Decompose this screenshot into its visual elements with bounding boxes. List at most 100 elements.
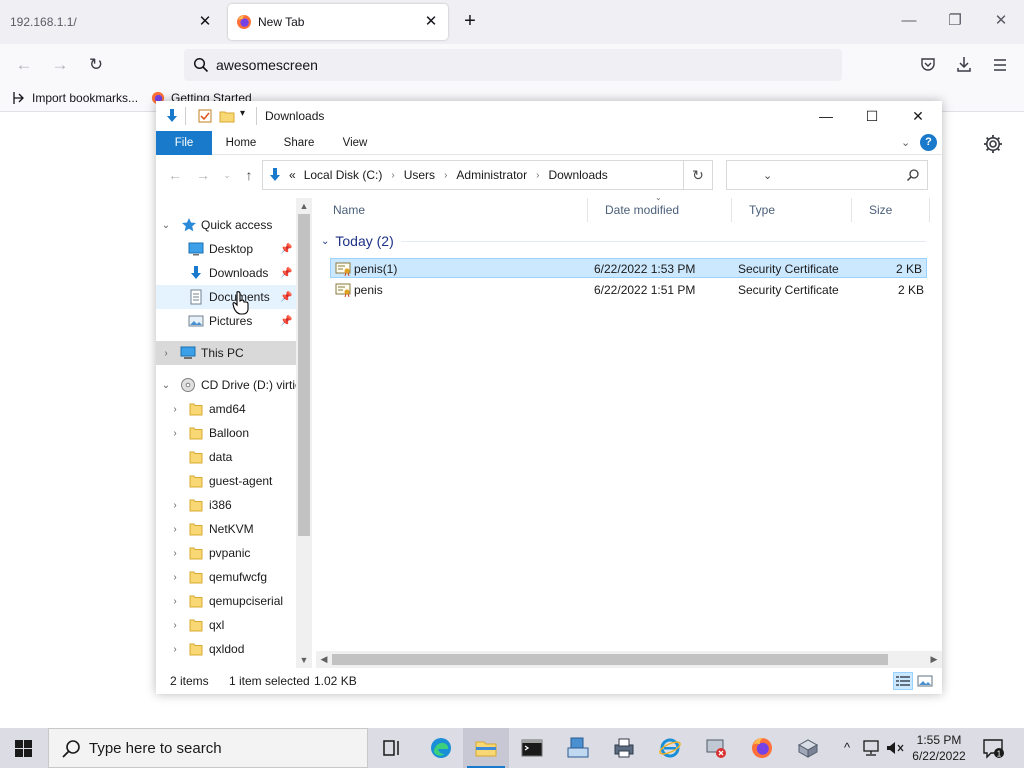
- tree-this-pc[interactable]: › This PC: [156, 341, 296, 365]
- expand-icon[interactable]: ›: [169, 644, 181, 655]
- close-tab-icon[interactable]: ✕: [196, 13, 214, 31]
- breadcrumb-local-disk[interactable]: Local Disk (C:): [304, 168, 383, 182]
- tree-desktop[interactable]: Desktop 📌: [156, 237, 296, 261]
- volume-muted-icon[interactable]: [885, 739, 905, 757]
- tree-documents[interactable]: Documents 📌: [156, 285, 296, 309]
- expand-icon[interactable]: ›: [160, 348, 172, 359]
- tab-file[interactable]: File: [156, 131, 212, 155]
- taskbar-server-manager[interactable]: [555, 728, 601, 768]
- forward-icon[interactable]: →: [47, 52, 73, 78]
- taskbar-file-explorer[interactable]: [463, 728, 509, 768]
- network-icon[interactable]: [861, 739, 881, 757]
- taskbar-command-prompt[interactable]: [509, 728, 555, 768]
- recent-locations-icon[interactable]: ⌄: [218, 166, 236, 184]
- expand-icon[interactable]: ›: [169, 548, 181, 559]
- pin-icon[interactable]: 📌: [280, 268, 292, 279]
- tree-folder-item[interactable]: › Balloon: [156, 421, 296, 445]
- tree-quick-access[interactable]: ⌄ Quick access: [156, 213, 296, 237]
- collapse-icon[interactable]: ⌄: [160, 380, 172, 391]
- taskbar-edge[interactable]: [418, 728, 464, 768]
- system-clock[interactable]: 1:55 PM 6/22/2022: [906, 732, 972, 764]
- expand-icon[interactable]: ›: [169, 524, 181, 535]
- tab-192-168-1-1[interactable]: 192.168.1.1/ ✕: [0, 4, 222, 40]
- tree-folder-item[interactable]: › qemufwcfg: [156, 565, 296, 589]
- up-icon[interactable]: ↑: [240, 166, 258, 184]
- tree-folder-item[interactable]: › qxl: [156, 613, 296, 637]
- breadcrumb-separator[interactable]: ›: [391, 170, 394, 181]
- taskbar-firefox[interactable]: [739, 728, 785, 768]
- tree-folder-item[interactable]: › i386: [156, 493, 296, 517]
- show-hidden-icons-icon[interactable]: ^: [838, 739, 856, 757]
- url-bar[interactable]: awesomescreen: [184, 49, 842, 81]
- tab-share[interactable]: Share: [274, 131, 324, 155]
- tree-downloads[interactable]: Downloads 📌: [156, 261, 296, 285]
- menu-icon[interactable]: [991, 56, 1009, 74]
- taskbar-hyperv[interactable]: [785, 728, 831, 768]
- scrollbar-thumb[interactable]: [332, 654, 888, 665]
- expand-icon[interactable]: ›: [169, 596, 181, 607]
- tab-view[interactable]: View: [330, 131, 380, 155]
- tree-folder-item[interactable]: guest-agent: [156, 469, 296, 493]
- column-header-size[interactable]: Size: [852, 198, 930, 222]
- column-header-name[interactable]: Name: [316, 198, 588, 222]
- tab-new-tab[interactable]: New Tab ✕: [228, 4, 448, 40]
- task-view-button[interactable]: [369, 728, 415, 768]
- start-button[interactable]: [0, 728, 48, 768]
- downloads-icon[interactable]: [955, 55, 973, 73]
- breadcrumb-downloads[interactable]: Downloads: [548, 168, 607, 182]
- scroll-right-icon[interactable]: ▶: [926, 651, 942, 668]
- back-icon[interactable]: ←: [166, 166, 184, 184]
- scroll-left-icon[interactable]: ◀: [316, 651, 332, 668]
- new-folder-icon[interactable]: [219, 108, 235, 124]
- table-row[interactable]: penis 6/22/2022 1:51 PM Security Certifi…: [330, 279, 927, 299]
- explorer-minimize-button[interactable]: —: [803, 101, 849, 131]
- reload-icon[interactable]: ↻: [83, 52, 109, 78]
- properties-icon[interactable]: [197, 108, 213, 124]
- explorer-close-button[interactable]: ✕: [895, 101, 941, 131]
- pin-icon[interactable]: 📌: [280, 316, 292, 327]
- customize-qat-icon[interactable]: ▾: [240, 108, 245, 119]
- expand-icon[interactable]: ›: [169, 620, 181, 631]
- breadcrumb-separator[interactable]: ›: [444, 170, 447, 181]
- taskbar-app-printer[interactable]: [601, 728, 647, 768]
- taskbar-internet-explorer[interactable]: [647, 728, 693, 768]
- search-input[interactable]: [726, 160, 928, 190]
- taskbar-search-box[interactable]: Type here to search: [48, 728, 368, 768]
- gear-icon[interactable]: [982, 133, 1004, 155]
- expand-icon[interactable]: ›: [169, 404, 181, 415]
- tree-folder-item[interactable]: › NetKVM: [156, 517, 296, 541]
- pin-icon[interactable]: 📌: [280, 292, 292, 303]
- taskbar-network-app[interactable]: [693, 728, 739, 768]
- back-icon[interactable]: ←: [11, 52, 37, 78]
- tree-cd-drive[interactable]: ⌄ CD Drive (D:) virtio-win-0.1.2: [156, 373, 296, 397]
- browser-minimize-button[interactable]: —: [886, 6, 932, 36]
- pocket-icon[interactable]: [919, 56, 937, 74]
- scrollbar-thumb[interactable]: [298, 214, 310, 536]
- tree-folder-item[interactable]: › pvpanic: [156, 541, 296, 565]
- bookmark-import[interactable]: Import bookmarks...: [12, 91, 138, 105]
- explorer-maximize-button[interactable]: ☐: [849, 101, 895, 131]
- scroll-up-icon[interactable]: ▲: [296, 198, 312, 214]
- tree-pictures[interactable]: Pictures 📌: [156, 309, 296, 333]
- horizontal-scrollbar[interactable]: ◀ ▶: [316, 651, 942, 668]
- collapse-icon[interactable]: ⌄: [321, 236, 329, 247]
- close-tab-icon[interactable]: ✕: [422, 13, 440, 31]
- help-button[interactable]: ?: [920, 134, 937, 151]
- refresh-button[interactable]: ↻: [684, 160, 713, 190]
- address-bar[interactable]: « Local Disk (C:) › Users › Administrato…: [262, 160, 772, 190]
- collapse-icon[interactable]: ⌄: [160, 220, 172, 231]
- tree-folder-item[interactable]: › qemupciserial: [156, 589, 296, 613]
- table-row[interactable]: penis(1) 6/22/2022 1:53 PM Security Cert…: [330, 258, 927, 278]
- breadcrumb-overflow[interactable]: «: [289, 168, 296, 182]
- notifications-icon[interactable]: 1: [982, 737, 1004, 759]
- breadcrumb-separator[interactable]: ›: [536, 170, 539, 181]
- large-icons-view-button[interactable]: [915, 672, 935, 690]
- expand-icon[interactable]: ›: [169, 572, 181, 583]
- forward-icon[interactable]: →: [194, 166, 212, 184]
- column-header-type[interactable]: Type: [732, 198, 852, 222]
- tree-folder-item[interactable]: › amd64: [156, 397, 296, 421]
- expand-ribbon-icon[interactable]: ⌄: [901, 136, 910, 149]
- breadcrumb-administrator[interactable]: Administrator: [456, 168, 527, 182]
- pin-icon[interactable]: 📌: [280, 244, 292, 255]
- breadcrumb-users[interactable]: Users: [404, 168, 435, 182]
